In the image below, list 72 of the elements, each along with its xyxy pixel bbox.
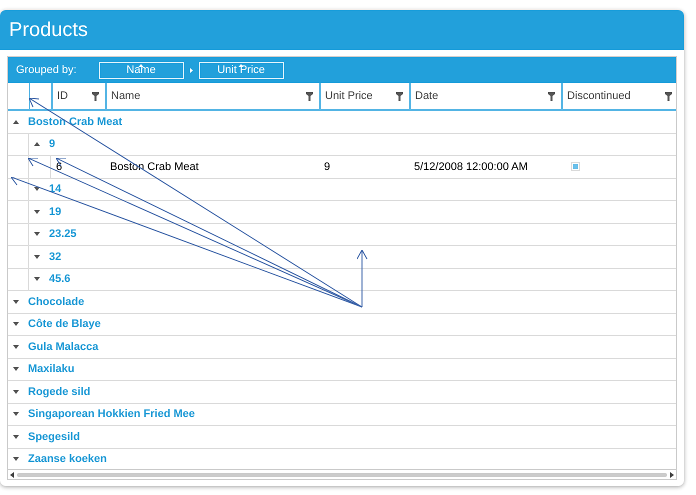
separator-icon bbox=[190, 68, 193, 72]
expand-caret-icon[interactable] bbox=[34, 187, 40, 192]
column-header[interactable]: Name bbox=[105, 83, 319, 109]
scroll-right-icon[interactable] bbox=[670, 472, 674, 478]
column-header-label: Unit Price bbox=[325, 88, 373, 104]
expand-caret-icon[interactable] bbox=[13, 367, 19, 372]
group-label: Spegesild bbox=[28, 430, 80, 444]
group-label: 23.25 bbox=[49, 227, 77, 242]
table-cell-text: 9 bbox=[324, 160, 330, 174]
group-row[interactable]: Côte de Blaye bbox=[8, 314, 676, 335]
filter-icon[interactable] bbox=[548, 92, 555, 100]
expand-caret-icon[interactable] bbox=[13, 412, 19, 416]
group-label: 14 bbox=[49, 182, 62, 197]
table-cell-text: 5/12/2008 12:00:00 AM bbox=[414, 160, 528, 174]
expand-caret-icon[interactable] bbox=[13, 300, 19, 304]
column-header[interactable]: Discontinued bbox=[561, 83, 678, 109]
scrollbar-thumb[interactable] bbox=[17, 472, 667, 476]
column-header[interactable]: Date bbox=[409, 83, 561, 109]
group-label: Gula Malacca bbox=[28, 340, 98, 354]
group-row[interactable]: Zaanse koeken bbox=[8, 448, 676, 469]
group-row[interactable]: Maxilaku bbox=[8, 358, 676, 380]
group-row[interactable]: 23.25 bbox=[29, 224, 676, 245]
collapse-caret-icon[interactable] bbox=[34, 142, 40, 146]
group-row[interactable]: Gula Malacca bbox=[8, 336, 676, 358]
group-label: 19 bbox=[49, 204, 62, 220]
scroll-left-icon[interactable] bbox=[10, 472, 14, 478]
filter-icon[interactable] bbox=[396, 92, 403, 100]
column-header-label: Discontinued bbox=[567, 88, 631, 104]
group-row[interactable]: 32 bbox=[29, 246, 676, 268]
window-title: Products bbox=[9, 20, 88, 40]
grouped-by-label: Grouped by: bbox=[16, 62, 77, 78]
filter-icon[interactable] bbox=[92, 92, 99, 100]
table-cell-text: 6 bbox=[56, 160, 62, 174]
group-label: 45.6 bbox=[49, 272, 70, 287]
group-row[interactable]: 9 bbox=[29, 134, 676, 155]
column-header-label: Name bbox=[111, 88, 140, 104]
group-row[interactable]: Rogede sild bbox=[8, 381, 676, 402]
filter-icon[interactable] bbox=[665, 92, 672, 100]
group-row[interactable]: 19 bbox=[29, 201, 676, 222]
group-label: Zaanse koeken bbox=[28, 452, 107, 467]
group-label: Boston Crab Meat bbox=[28, 114, 122, 130]
group-label: Rogede sild bbox=[28, 384, 90, 400]
expand-caret-icon[interactable] bbox=[13, 457, 19, 462]
group-chip[interactable]: Name bbox=[98, 62, 184, 78]
expand-caret-icon[interactable] bbox=[13, 322, 19, 326]
expand-caret-icon[interactable] bbox=[34, 277, 40, 282]
group-label: Maxilaku bbox=[28, 362, 74, 377]
group-label: Côte de Blaye bbox=[28, 317, 101, 332]
filter-icon[interactable] bbox=[306, 92, 313, 100]
horizontal-scrollbar[interactable] bbox=[8, 469, 676, 479]
expand-caret-icon[interactable] bbox=[34, 232, 40, 236]
expand-caret-icon[interactable] bbox=[13, 390, 19, 394]
column-header-label: Date bbox=[415, 88, 438, 104]
group-label: Chocolade bbox=[28, 294, 84, 310]
collapse-caret-icon[interactable] bbox=[13, 120, 19, 124]
group-label: 9 bbox=[49, 137, 56, 152]
column-header[interactable]: Unit Price bbox=[319, 83, 409, 109]
group-row[interactable]: Chocolade bbox=[8, 291, 676, 312]
group-chip[interactable]: Unit Price bbox=[198, 62, 284, 78]
expand-caret-icon[interactable] bbox=[13, 434, 19, 439]
group-label: Singaporean Hokkien Fried Mee bbox=[28, 407, 195, 422]
group-label: 32 bbox=[49, 250, 62, 264]
expand-caret-icon[interactable] bbox=[34, 210, 40, 214]
group-row[interactable]: Singaporean Hokkien Fried Mee bbox=[8, 404, 676, 425]
column-header-label: ID bbox=[57, 88, 68, 104]
expand-caret-icon[interactable] bbox=[34, 254, 40, 259]
group-row[interactable]: Boston Crab Meat bbox=[8, 111, 676, 132]
group-row[interactable]: 14 bbox=[29, 178, 676, 200]
group-row[interactable]: 45.6 bbox=[29, 268, 676, 290]
column-header[interactable]: ID bbox=[51, 83, 105, 109]
expand-caret-icon[interactable] bbox=[13, 344, 19, 349]
group-row[interactable]: Spegesild bbox=[8, 426, 676, 448]
